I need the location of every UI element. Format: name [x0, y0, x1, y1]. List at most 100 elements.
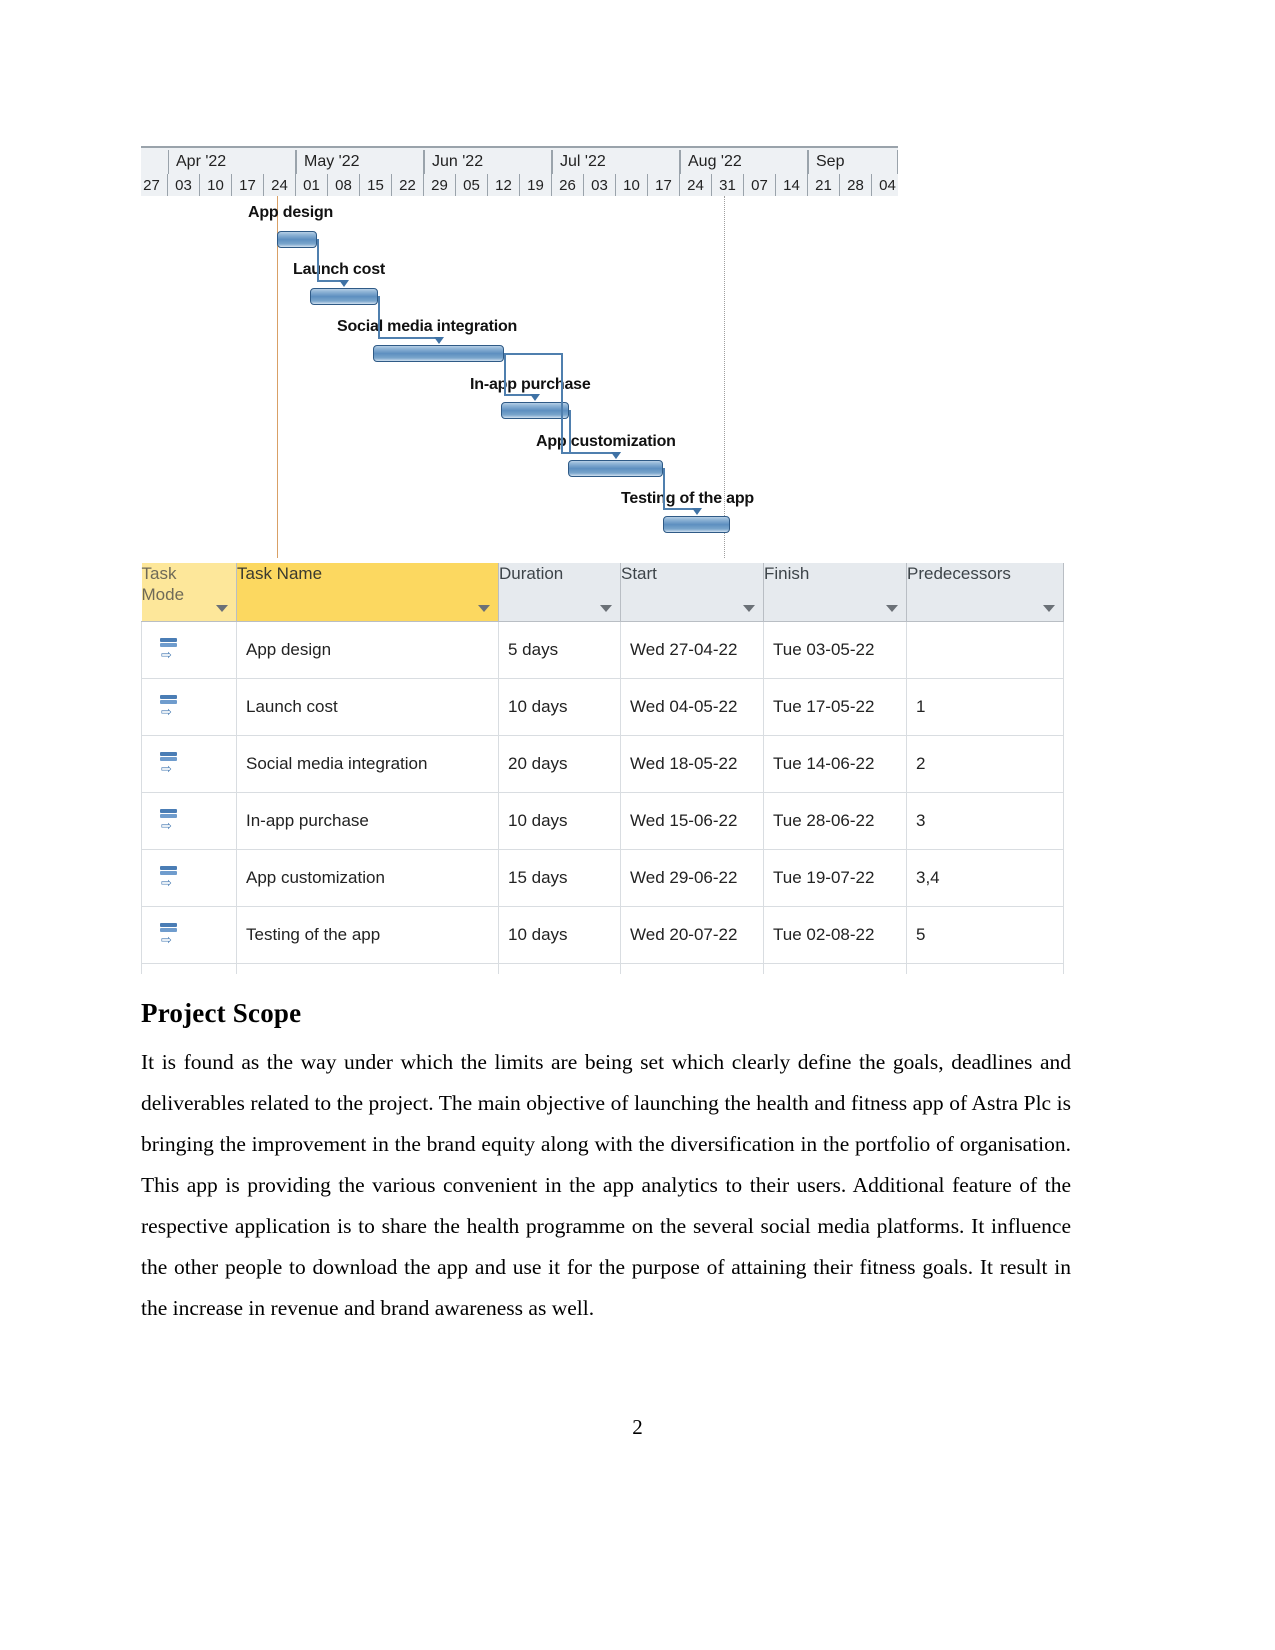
timescale-week: 14: [776, 174, 808, 197]
cell-finish[interactable]: Tue 17-05-22: [763, 678, 907, 736]
icon-bar-top: [160, 638, 177, 642]
column-header-finish[interactable]: Finish: [763, 563, 907, 622]
column-header-duration[interactable]: Duration: [498, 563, 621, 622]
timescale-week: 22: [392, 174, 424, 197]
filter-dropdown-icon[interactable]: [1043, 604, 1055, 612]
timescale-week: 04: [872, 174, 898, 197]
table-body: ⇨ App design 5 days Wed 27-04-22 Tue 03-05-2…: [141, 621, 1064, 974]
cell-duration[interactable]: 10 days: [498, 906, 621, 964]
cell-predecessors[interactable]: 5: [906, 906, 1064, 964]
column-header-predecessors[interactable]: Predecessors: [906, 563, 1064, 622]
cell-start[interactable]: Wed 04-05-22: [620, 678, 764, 736]
cell-predecessors[interactable]: 2: [906, 735, 1064, 793]
cell-blank: [906, 963, 1064, 974]
cell-duration[interactable]: 15 days: [498, 849, 621, 907]
cell-predecessors[interactable]: 1: [906, 678, 1064, 736]
cell-task_name[interactable]: Testing of the app: [236, 906, 499, 964]
cell-task_mode[interactable]: ⇨: [141, 735, 237, 793]
table-row[interactable]: ⇨ App design 5 days Wed 27-04-22 Tue 03-05-2…: [141, 621, 1064, 679]
auto-schedule-icon[interactable]: ⇨: [159, 636, 181, 662]
cell-task_mode[interactable]: ⇨: [141, 849, 237, 907]
timescale-week: 07: [744, 174, 776, 197]
filter-dropdown-icon[interactable]: [886, 604, 898, 612]
dependency-link: [378, 337, 439, 339]
auto-schedule-icon[interactable]: ⇨: [159, 921, 181, 946]
icon-arrow: ⇨: [161, 647, 172, 662]
dependency-link: [561, 353, 563, 452]
table-row[interactable]: ⇨ Social media integration 20 days Wed 18-0…: [141, 735, 1064, 793]
table-row[interactable]: ⇨ In-app purchase 10 days Wed 15-06-22 Tue 2…: [141, 792, 1064, 850]
cell-predecessors[interactable]: 3: [906, 792, 1064, 850]
filter-dropdown-icon[interactable]: [743, 604, 755, 612]
column-header-label: Duration: [499, 564, 564, 583]
dependency-link: [569, 410, 571, 452]
icon-bar-top: [160, 809, 177, 813]
cell-finish[interactable]: Tue 28-06-22: [763, 792, 907, 850]
cell-duration[interactable]: 20 days: [498, 735, 621, 793]
cell-text: 10 days: [508, 810, 568, 830]
gantt-bar[interactable]: [277, 231, 317, 248]
timescale-week: 24: [680, 174, 712, 197]
table-row[interactable]: ⇨ Launch cost 10 days Wed 04-05-22 Tue 17-05…: [141, 678, 1064, 736]
cell-task_name[interactable]: Social media integration: [236, 735, 499, 793]
gantt-bar[interactable]: [310, 288, 378, 305]
cell-text: App design: [246, 639, 332, 659]
gantt-bar[interactable]: [663, 516, 730, 533]
gantt-task-label: Testing of the app: [621, 490, 754, 507]
cell-blank: [498, 963, 621, 974]
auto-schedule-icon[interactable]: ⇨: [159, 693, 181, 718]
filter-dropdown-icon[interactable]: [478, 604, 490, 612]
cell-text: Wed 15-06-22: [630, 810, 738, 830]
cell-text: 1: [916, 696, 926, 716]
document-page: Apr '22 May '22 Jun '22 Jul '22 Aug '22 Sep 2…: [0, 0, 1275, 1650]
cell-predecessors[interactable]: 3,4: [906, 849, 1064, 907]
cell-predecessors[interactable]: [906, 621, 1064, 679]
cell-task_mode[interactable]: ⇨: [141, 906, 237, 964]
column-header-task_name[interactable]: Task Name: [236, 563, 499, 622]
timescale-month: May '22: [296, 150, 424, 174]
filter-dropdown-icon[interactable]: [600, 604, 612, 612]
column-header-label: Start: [621, 564, 657, 583]
auto-schedule-icon[interactable]: ⇨: [159, 864, 181, 889]
filter-dropdown-icon[interactable]: [216, 604, 228, 612]
cell-finish[interactable]: Tue 03-05-22: [763, 621, 907, 679]
cell-finish[interactable]: Tue 19-07-22: [763, 849, 907, 907]
gantt-bar[interactable]: [568, 460, 663, 477]
cell-start[interactable]: Wed 20-07-22: [620, 906, 764, 964]
cell-task_name[interactable]: In-app purchase: [236, 792, 499, 850]
timescale-week: 03: [168, 174, 200, 197]
cell-text: Tue 17-05-22: [773, 696, 875, 716]
cell-duration[interactable]: 5 days: [498, 621, 621, 679]
gantt-bar[interactable]: [501, 402, 569, 419]
timescale-week: 10: [200, 174, 232, 197]
auto-schedule-icon[interactable]: ⇨: [159, 750, 181, 775]
timescale-week: 05: [456, 174, 488, 197]
icon-bar-top: [160, 866, 177, 870]
table-row[interactable]: ⇨ App customization 15 days Wed 29-06-22 Tue…: [141, 849, 1064, 907]
timescale-week: 17: [648, 174, 680, 197]
cell-task_name[interactable]: App design: [236, 621, 499, 679]
cell-start[interactable]: Wed 29-06-22: [620, 849, 764, 907]
dependency-link: [569, 452, 616, 454]
cell-task_mode[interactable]: ⇨: [141, 621, 237, 679]
auto-schedule-icon[interactable]: ⇨: [159, 807, 181, 832]
cell-duration[interactable]: 10 days: [498, 792, 621, 850]
column-header-task_mode[interactable]: Task Mode: [141, 563, 237, 622]
cell-finish[interactable]: Tue 02-08-22: [763, 906, 907, 964]
cell-task_name[interactable]: App customization: [236, 849, 499, 907]
cell-start[interactable]: Wed 15-06-22: [620, 792, 764, 850]
page-title: Project Scope: [141, 998, 302, 1028]
gantt-bar[interactable]: [373, 345, 504, 362]
cell-start[interactable]: Wed 18-05-22: [620, 735, 764, 793]
today-line-marker: [277, 196, 278, 558]
table-row[interactable]: ⇨ Testing of the app 10 days Wed 20-07-22 Tu…: [141, 906, 1064, 964]
cell-task_mode[interactable]: ⇨: [141, 678, 237, 736]
task-table: Task Mode Task Name Duration Start Finish Pred…: [141, 563, 1064, 974]
cell-task_name[interactable]: Launch cost: [236, 678, 499, 736]
cell-duration[interactable]: 10 days: [498, 678, 621, 736]
cell-finish[interactable]: Tue 14-06-22: [763, 735, 907, 793]
column-header-start[interactable]: Start: [620, 563, 764, 622]
timescale-month: Aug '22: [680, 150, 808, 174]
cell-task_mode[interactable]: ⇨: [141, 792, 237, 850]
cell-start[interactable]: Wed 27-04-22: [620, 621, 764, 679]
